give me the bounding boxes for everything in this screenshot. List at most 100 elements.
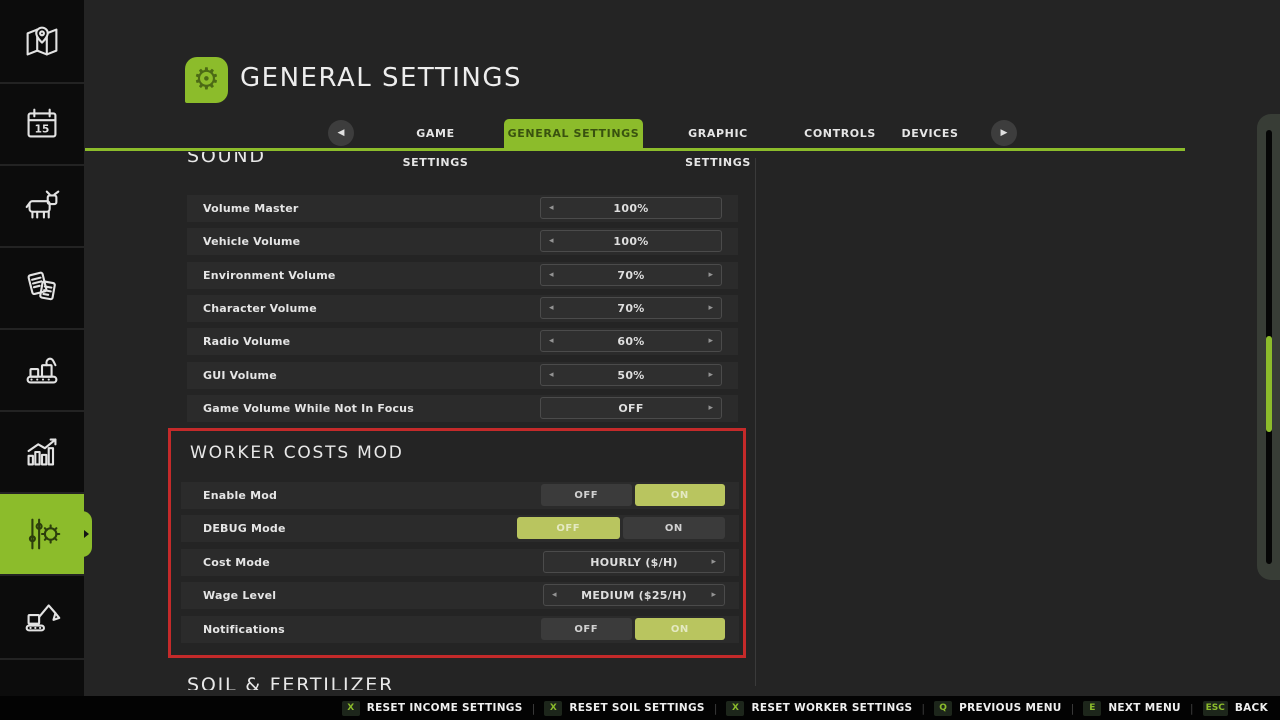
stepper-value: OFF — [618, 402, 643, 415]
vehicle-volume-stepper[interactable]: ◂ 100% ▸ — [540, 230, 722, 252]
sidebar-item-animals[interactable] — [0, 166, 84, 246]
statistics-icon — [19, 429, 65, 475]
stepper-value: 50% — [617, 369, 644, 382]
increase-arrow-icon[interactable]: ▸ — [708, 270, 713, 280]
page-title: GENERAL SETTINGS — [240, 63, 522, 93]
stepper-value: 60% — [617, 335, 644, 348]
footer-separator: | — [1190, 702, 1194, 715]
map-icon — [19, 19, 65, 65]
setting-row-volume-master: Volume Master ◂ 100% ▸ — [187, 195, 738, 222]
setting-label: Volume Master — [203, 202, 298, 215]
setting-label: Notifications — [203, 623, 285, 636]
section-title-worker-costs-mod: WORKER COSTS MOD — [190, 443, 404, 463]
increase-arrow-icon[interactable]: ▸ — [711, 590, 716, 600]
decrease-arrow-icon[interactable]: ◂ — [549, 203, 554, 213]
sidebar-item-calendar[interactable]: 15 — [0, 84, 84, 164]
increase-arrow-icon[interactable]: ▸ — [708, 403, 713, 413]
setting-label: Character Volume — [203, 302, 317, 315]
production-icon — [19, 347, 65, 393]
increase-arrow-icon[interactable]: ▸ — [711, 557, 716, 567]
sidebar-item-production[interactable] — [0, 330, 84, 410]
sidebar-item-settings[interactable] — [0, 494, 84, 574]
enable-mod-toggle: OFF ON — [541, 484, 725, 506]
general-settings-screen: { "accent_color": "#8cbc2b", "highlight_… — [0, 0, 1280, 720]
gui-volume-stepper[interactable]: ◂ 50% ▸ — [540, 364, 722, 386]
back-button[interactable]: ESC BACK — [1203, 701, 1268, 716]
sidebar-item-map[interactable] — [0, 2, 84, 82]
setting-row-radio-volume: Radio Volume ◂ 60% ▸ — [187, 328, 738, 355]
toggle-off-button[interactable]: OFF — [541, 484, 632, 506]
sidebar: 15 — [0, 0, 84, 696]
footer-label: RESET WORKER SETTINGS — [751, 702, 912, 714]
cost-mode-stepper[interactable]: ◂ HOURLY ($/H) ▸ — [543, 551, 725, 573]
gear-icon: ⚙ — [193, 65, 220, 95]
footer-separator: | — [714, 702, 718, 715]
scrollbar-track[interactable] — [1266, 130, 1272, 564]
tab-graphic-settings[interactable]: GRAPHIC SETTINGS — [658, 119, 778, 148]
worker-costs-mod-section: WORKER COSTS MOD Enable Mod OFF ON DEBUG… — [168, 428, 746, 658]
section-title-soil-fertilizer: SOIL & FERTILIZER — [187, 674, 394, 690]
setting-row-gui-volume: GUI Volume ◂ 50% ▸ — [187, 362, 738, 389]
tab-controls[interactable]: CONTROLS — [801, 119, 879, 148]
toggle-off-button[interactable]: OFF — [517, 517, 620, 539]
tabs-prev-button[interactable]: ◀ — [328, 120, 354, 146]
character-volume-stepper[interactable]: ◂ 70% ▸ — [540, 297, 722, 319]
footer-bar: X RESET INCOME SETTINGS | X RESET SOIL S… — [0, 696, 1280, 720]
setting-label: Cost Mode — [203, 556, 270, 569]
radio-volume-stepper[interactable]: ◂ 60% ▸ — [540, 330, 722, 352]
stepper-value: MEDIUM ($25/H) — [581, 589, 687, 602]
section-title-sound: SOUND — [187, 152, 266, 167]
stepper-value: 100% — [613, 235, 648, 248]
content-divider — [755, 158, 756, 686]
sidebar-item-construction[interactable] — [0, 576, 84, 656]
setting-row-vehicle-volume: Vehicle Volume ◂ 100% ▸ — [187, 228, 738, 255]
reset-worker-settings-button[interactable]: X RESET WORKER SETTINGS — [726, 701, 912, 716]
setting-row-cost-mode: Cost Mode ◂ HOURLY ($/H) ▸ — [181, 549, 739, 576]
reset-income-settings-button[interactable]: X RESET INCOME SETTINGS — [342, 701, 523, 716]
decrease-arrow-icon[interactable]: ◂ — [549, 236, 554, 246]
scrollbar — [1257, 114, 1280, 580]
sidebar-item-statistics[interactable] — [0, 412, 84, 492]
scrollbar-thumb[interactable] — [1266, 336, 1272, 432]
svg-text:15: 15 — [35, 124, 50, 136]
tabs-next-button[interactable]: ▶ — [991, 120, 1017, 146]
increase-arrow-icon[interactable]: ▸ — [708, 370, 713, 380]
tab-devices[interactable]: DEVICES — [896, 119, 964, 148]
setting-label: Vehicle Volume — [203, 235, 300, 248]
setting-row-enable-mod: Enable Mod OFF ON — [181, 482, 739, 509]
wage-level-stepper[interactable]: ◂ MEDIUM ($25/H) ▸ — [543, 584, 725, 606]
excavator-icon — [19, 593, 65, 639]
footer-separator: | — [1071, 702, 1075, 715]
next-menu-button[interactable]: E NEXT MENU — [1083, 701, 1181, 716]
toggle-on-button[interactable]: ON — [635, 484, 726, 506]
toggle-on-button[interactable]: ON — [623, 517, 726, 539]
decrease-arrow-icon[interactable]: ◂ — [549, 270, 554, 280]
decrease-arrow-icon[interactable]: ◂ — [549, 336, 554, 346]
decrease-arrow-icon[interactable]: ◂ — [549, 303, 554, 313]
key-x-icon: X — [726, 701, 744, 716]
reset-soil-settings-button[interactable]: X RESET SOIL SETTINGS — [544, 701, 704, 716]
footer-label: PREVIOUS MENU — [959, 702, 1062, 714]
increase-arrow-icon[interactable]: ▸ — [708, 336, 713, 346]
footer-label: RESET SOIL SETTINGS — [569, 702, 704, 714]
debug-mode-toggle: OFF ON — [517, 517, 725, 539]
toggle-off-button[interactable]: OFF — [541, 618, 632, 640]
decrease-arrow-icon[interactable]: ◂ — [549, 370, 554, 380]
documents-icon — [19, 265, 65, 311]
environment-volume-stepper[interactable]: ◂ 70% ▸ — [540, 264, 722, 286]
previous-menu-button[interactable]: Q PREVIOUS MENU — [934, 701, 1062, 716]
volume-master-stepper[interactable]: ◂ 100% ▸ — [540, 197, 722, 219]
stepper-value: 70% — [617, 302, 644, 315]
decrease-arrow-icon[interactable]: ◂ — [552, 590, 557, 600]
tab-game-settings[interactable]: GAME SETTINGS — [383, 119, 488, 148]
increase-arrow-icon[interactable]: ▸ — [708, 303, 713, 313]
setting-row-notifications: Notifications OFF ON — [181, 616, 739, 643]
footer-label: RESET INCOME SETTINGS — [367, 702, 523, 714]
sidebar-item-contracts[interactable] — [0, 248, 84, 328]
game-volume-focus-stepper[interactable]: ◂ OFF ▸ — [540, 397, 722, 419]
notifications-toggle: OFF ON — [541, 618, 725, 640]
tab-general-settings[interactable]: GENERAL SETTINGS — [504, 119, 643, 148]
setting-row-environment-volume: Environment Volume ◂ 70% ▸ — [187, 262, 738, 289]
toggle-on-button[interactable]: ON — [635, 618, 726, 640]
footer-separator: | — [532, 702, 536, 715]
